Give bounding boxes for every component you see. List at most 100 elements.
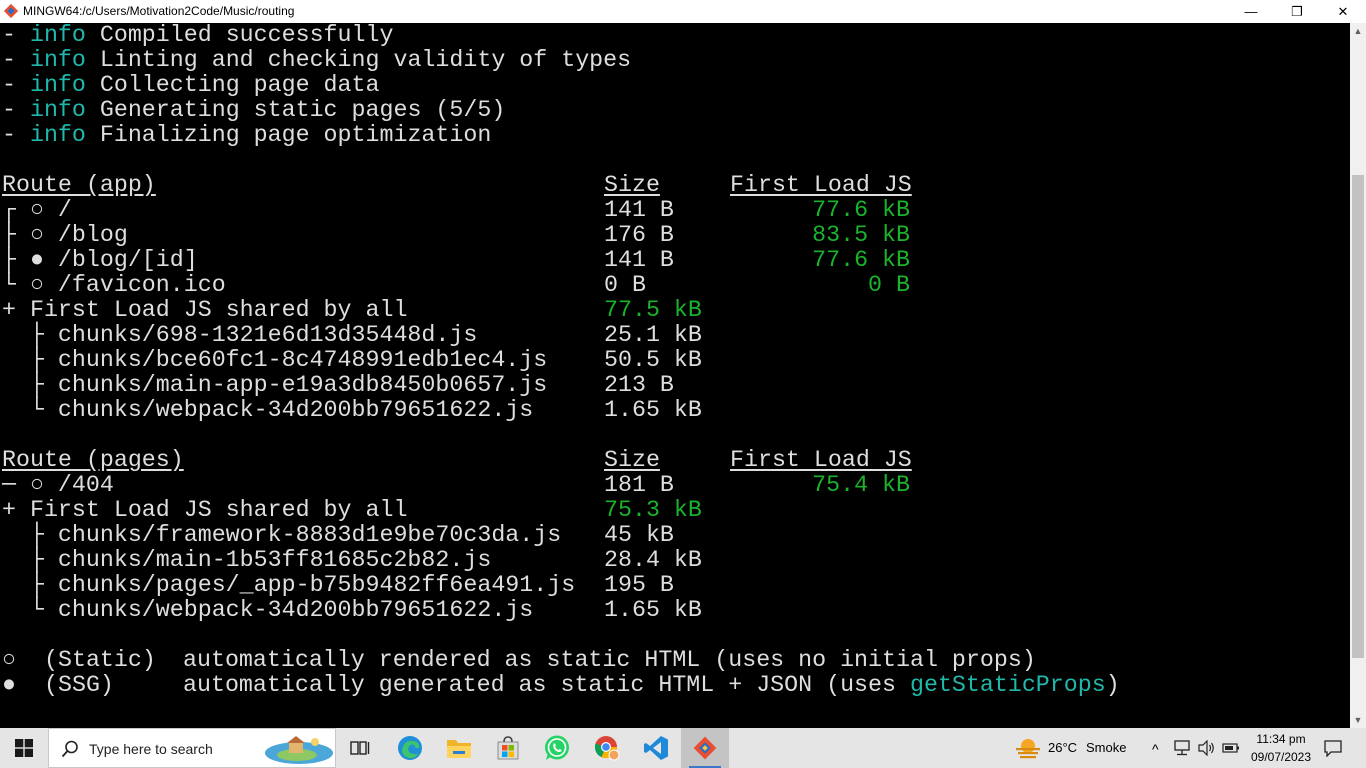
volume-icon[interactable] <box>1198 740 1216 756</box>
shared-label: First Load JS shared by all <box>29 297 408 323</box>
notifications-icon[interactable] <box>1324 739 1342 757</box>
chunk-size: 25.1 kB <box>604 322 702 348</box>
chunk-row: ├ chunks/pages/_app-b75b9482ff6ea491.js <box>2 572 576 598</box>
chunk-size: 195 B <box>604 572 674 598</box>
microsoft-store-icon <box>497 736 519 760</box>
edge-icon <box>398 736 422 760</box>
close-button[interactable]: ✕ <box>1320 0 1366 23</box>
clock-date[interactable]: 09/07/2023 <box>1248 749 1314 765</box>
whatsapp-taskbar-button[interactable] <box>533 728 581 768</box>
weather-temperature[interactable]: 26°C <box>1048 740 1077 756</box>
info-tag: info <box>29 122 86 148</box>
scroll-up-arrow-icon[interactable]: ▲ <box>1350 23 1366 39</box>
file-explorer-icon <box>447 740 471 758</box>
microsoft-store-taskbar-button[interactable] <box>484 728 532 768</box>
route-first-load: 83.5 kB <box>812 222 910 248</box>
shared-row: + First Load JS shared by all <box>2 297 408 323</box>
chunk-name: chunks/pages/_app-b75b9482ff6ea491.js <box>57 572 576 598</box>
git-bash-taskbar-button[interactable] <box>681 728 729 768</box>
vscode-taskbar-button[interactable] <box>632 728 680 768</box>
shared-size: 77.5 kB <box>604 297 702 323</box>
chrome-taskbar-button[interactable] <box>583 728 631 768</box>
start-button[interactable] <box>0 728 48 768</box>
size-header: Size <box>604 447 660 473</box>
task-view-icon <box>350 741 370 755</box>
weather-condition[interactable]: Smoke <box>1086 740 1126 756</box>
chunk-row: ├ chunks/framework-8883d1e9be70c3da.js <box>2 522 562 548</box>
chunk-row: ├ chunks/main-app-e19a3db8450b0657.js <box>2 372 548 398</box>
vscode-icon <box>644 736 668 760</box>
terminal-output[interactable]: - info Compiled successfully - info Lint… <box>0 23 1350 728</box>
windows-logo-icon <box>15 739 33 757</box>
chunk-row: ├ chunks/698-1321e6d13d35448d.js <box>2 322 478 348</box>
route-path: /favicon.ico <box>57 272 226 298</box>
first-load-header: First Load JS <box>730 172 912 198</box>
route-pages-header: Route (pages) <box>2 447 184 473</box>
scroll-down-arrow-icon[interactable]: ▼ <box>1350 712 1366 728</box>
shared-size: 75.3 kB <box>604 497 702 523</box>
route-path: /blog <box>57 222 128 248</box>
info-tag: info <box>29 23 86 48</box>
search-highlight-illustration-icon <box>265 736 333 764</box>
shared-row: + First Load JS shared by all <box>2 497 408 523</box>
chunk-name: chunks/main-1b53ff81685c2b82.js <box>57 547 492 573</box>
edge-taskbar-button[interactable] <box>386 728 434 768</box>
route-size: 141 B <box>604 197 674 223</box>
route-path: /404 <box>57 472 114 498</box>
vertical-scrollbar[interactable]: ▲ ▼ <box>1350 23 1366 728</box>
chunk-row: ├ chunks/main-1b53ff81685c2b82.js <box>2 547 492 573</box>
route-size: 176 B <box>604 222 674 248</box>
route-app-header: Route (app) <box>2 172 156 198</box>
legend-ssg-symbol: ● <box>2 672 16 698</box>
whatsapp-icon <box>545 735 569 760</box>
legend-static-kind: (Static) <box>44 647 156 673</box>
network-icon[interactable] <box>1174 740 1192 756</box>
search-icon <box>61 740 78 758</box>
search-placeholder: Type here to search <box>89 741 213 757</box>
file-explorer-taskbar-button[interactable] <box>435 728 483 768</box>
shared-label: First Load JS shared by all <box>29 497 408 523</box>
chunk-name: chunks/698-1321e6d13d35448d.js <box>57 322 478 348</box>
minimize-button[interactable]: — <box>1228 0 1274 23</box>
chunk-row: └ chunks/webpack-34d200bb79651622.js <box>2 597 534 623</box>
get-static-props-text: getStaticProps <box>909 672 1106 698</box>
chrome-icon <box>594 736 620 761</box>
route-first-load: 77.6 kB <box>812 197 910 223</box>
route-path: /blog/[id] <box>57 247 198 273</box>
info-line: - info Collecting page data <box>2 72 380 98</box>
route-row: ┌ ○ / <box>2 197 72 223</box>
route-first-load: 77.6 kB <box>812 247 910 273</box>
restore-button[interactable]: ❐ <box>1274 0 1320 23</box>
info-line: - info Compiled successfully <box>2 23 394 48</box>
taskbar-search-box[interactable]: Type here to search <box>48 728 336 768</box>
chunk-name: chunks/framework-8883d1e9be70c3da.js <box>57 522 562 548</box>
battery-icon[interactable] <box>1222 742 1240 754</box>
show-hidden-icons-chevron[interactable]: ^ <box>1152 741 1159 757</box>
first-load-header: First Load JS <box>730 447 912 473</box>
window-titlebar[interactable]: MINGW64:/c/Users/Motivation2Code/Music/r… <box>0 0 1366 23</box>
chunk-row: └ chunks/webpack-34d200bb79651622.js <box>2 397 534 423</box>
info-line: - info Linting and checking validity of … <box>2 47 632 73</box>
window-title: MINGW64:/c/Users/Motivation2Code/Music/r… <box>23 4 295 18</box>
scrollbar-thumb[interactable] <box>1352 175 1364 658</box>
task-view-button[interactable] <box>336 728 384 768</box>
legend-static-symbol: ○ <box>2 647 16 673</box>
clock-time[interactable]: 11:34 pm <box>1248 731 1314 747</box>
legend-ssg-text: automatically generated as static HTML +… <box>183 672 1120 698</box>
route-row: ─ ○ /404 <box>2 472 114 498</box>
weather-haze-icon[interactable] <box>1014 736 1042 760</box>
route-row: ├ ○ /blog <box>2 222 128 248</box>
route-first-load: 0 B <box>868 272 910 298</box>
chunk-row: ├ chunks/bce60fc1-8c4748991edb1ec4.js <box>2 347 548 373</box>
route-first-load: 75.4 kB <box>812 472 910 498</box>
route-size: 141 B <box>604 247 674 273</box>
chunk-name: chunks/webpack-34d200bb79651622.js <box>57 597 534 623</box>
git-bash-icon <box>4 4 18 18</box>
info-tag: info <box>29 47 86 73</box>
info-tag: info <box>29 97 86 123</box>
chunk-size: 213 B <box>604 372 674 398</box>
chunk-name: chunks/webpack-34d200bb79651622.js <box>57 397 534 423</box>
chunk-size: 28.4 kB <box>604 547 702 573</box>
chunk-name: chunks/main-app-e19a3db8450b0657.js <box>57 372 548 398</box>
info-line: - info Finalizing page optimization <box>2 122 492 148</box>
